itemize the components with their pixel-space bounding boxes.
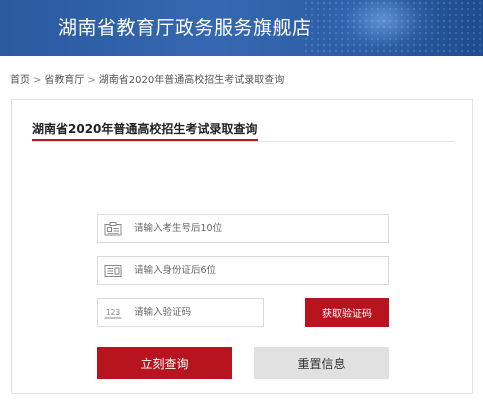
verify-code-input[interactable] [128, 299, 263, 326]
code-123-text: 123 [106, 308, 121, 317]
panel-divider [32, 141, 454, 142]
breadcrumb-separator: > [33, 75, 42, 86]
get-code-button[interactable]: 获取验证码 [305, 298, 389, 327]
breadcrumb-separator: > [87, 75, 96, 86]
id-document-icon [98, 257, 128, 284]
breadcrumb-education-dept[interactable]: 省教育厅 [44, 75, 84, 86]
breadcrumb-current: 湖南省2020年普通高校招生考试录取查询 [98, 75, 285, 86]
exam-number-input[interactable] [128, 215, 388, 242]
breadcrumb: 首页 > 省教育厅 > 湖南省2020年普通高校招生考试录取查询 [10, 71, 284, 86]
code-123-icon: 123 [98, 299, 128, 326]
query-panel: 湖南省2020年普通高校招生考试录取查询 请输入考生号后10位 请输入身份证后6… [11, 99, 473, 394]
header-banner: 湖南省教育厅政务服务旗舰店 [0, 0, 483, 56]
verify-code-field[interactable]: 123 [97, 298, 264, 327]
exam-number-field[interactable] [97, 214, 389, 243]
id-number-input[interactable] [128, 257, 388, 284]
banner-pattern [303, 0, 483, 56]
panel-title-underline [32, 139, 258, 141]
id-number-field[interactable] [97, 256, 389, 285]
page-title: 湖南省教育厅政务服务旗舰店 [58, 17, 312, 39]
breadcrumb-home[interactable]: 首页 [10, 75, 30, 86]
panel-title: 湖南省2020年普通高校招生考试录取查询 [32, 122, 258, 136]
id-card-icon [98, 215, 128, 242]
submit-query-button[interactable]: 立刻查询 [97, 347, 232, 379]
reset-button[interactable]: 重置信息 [254, 347, 389, 379]
